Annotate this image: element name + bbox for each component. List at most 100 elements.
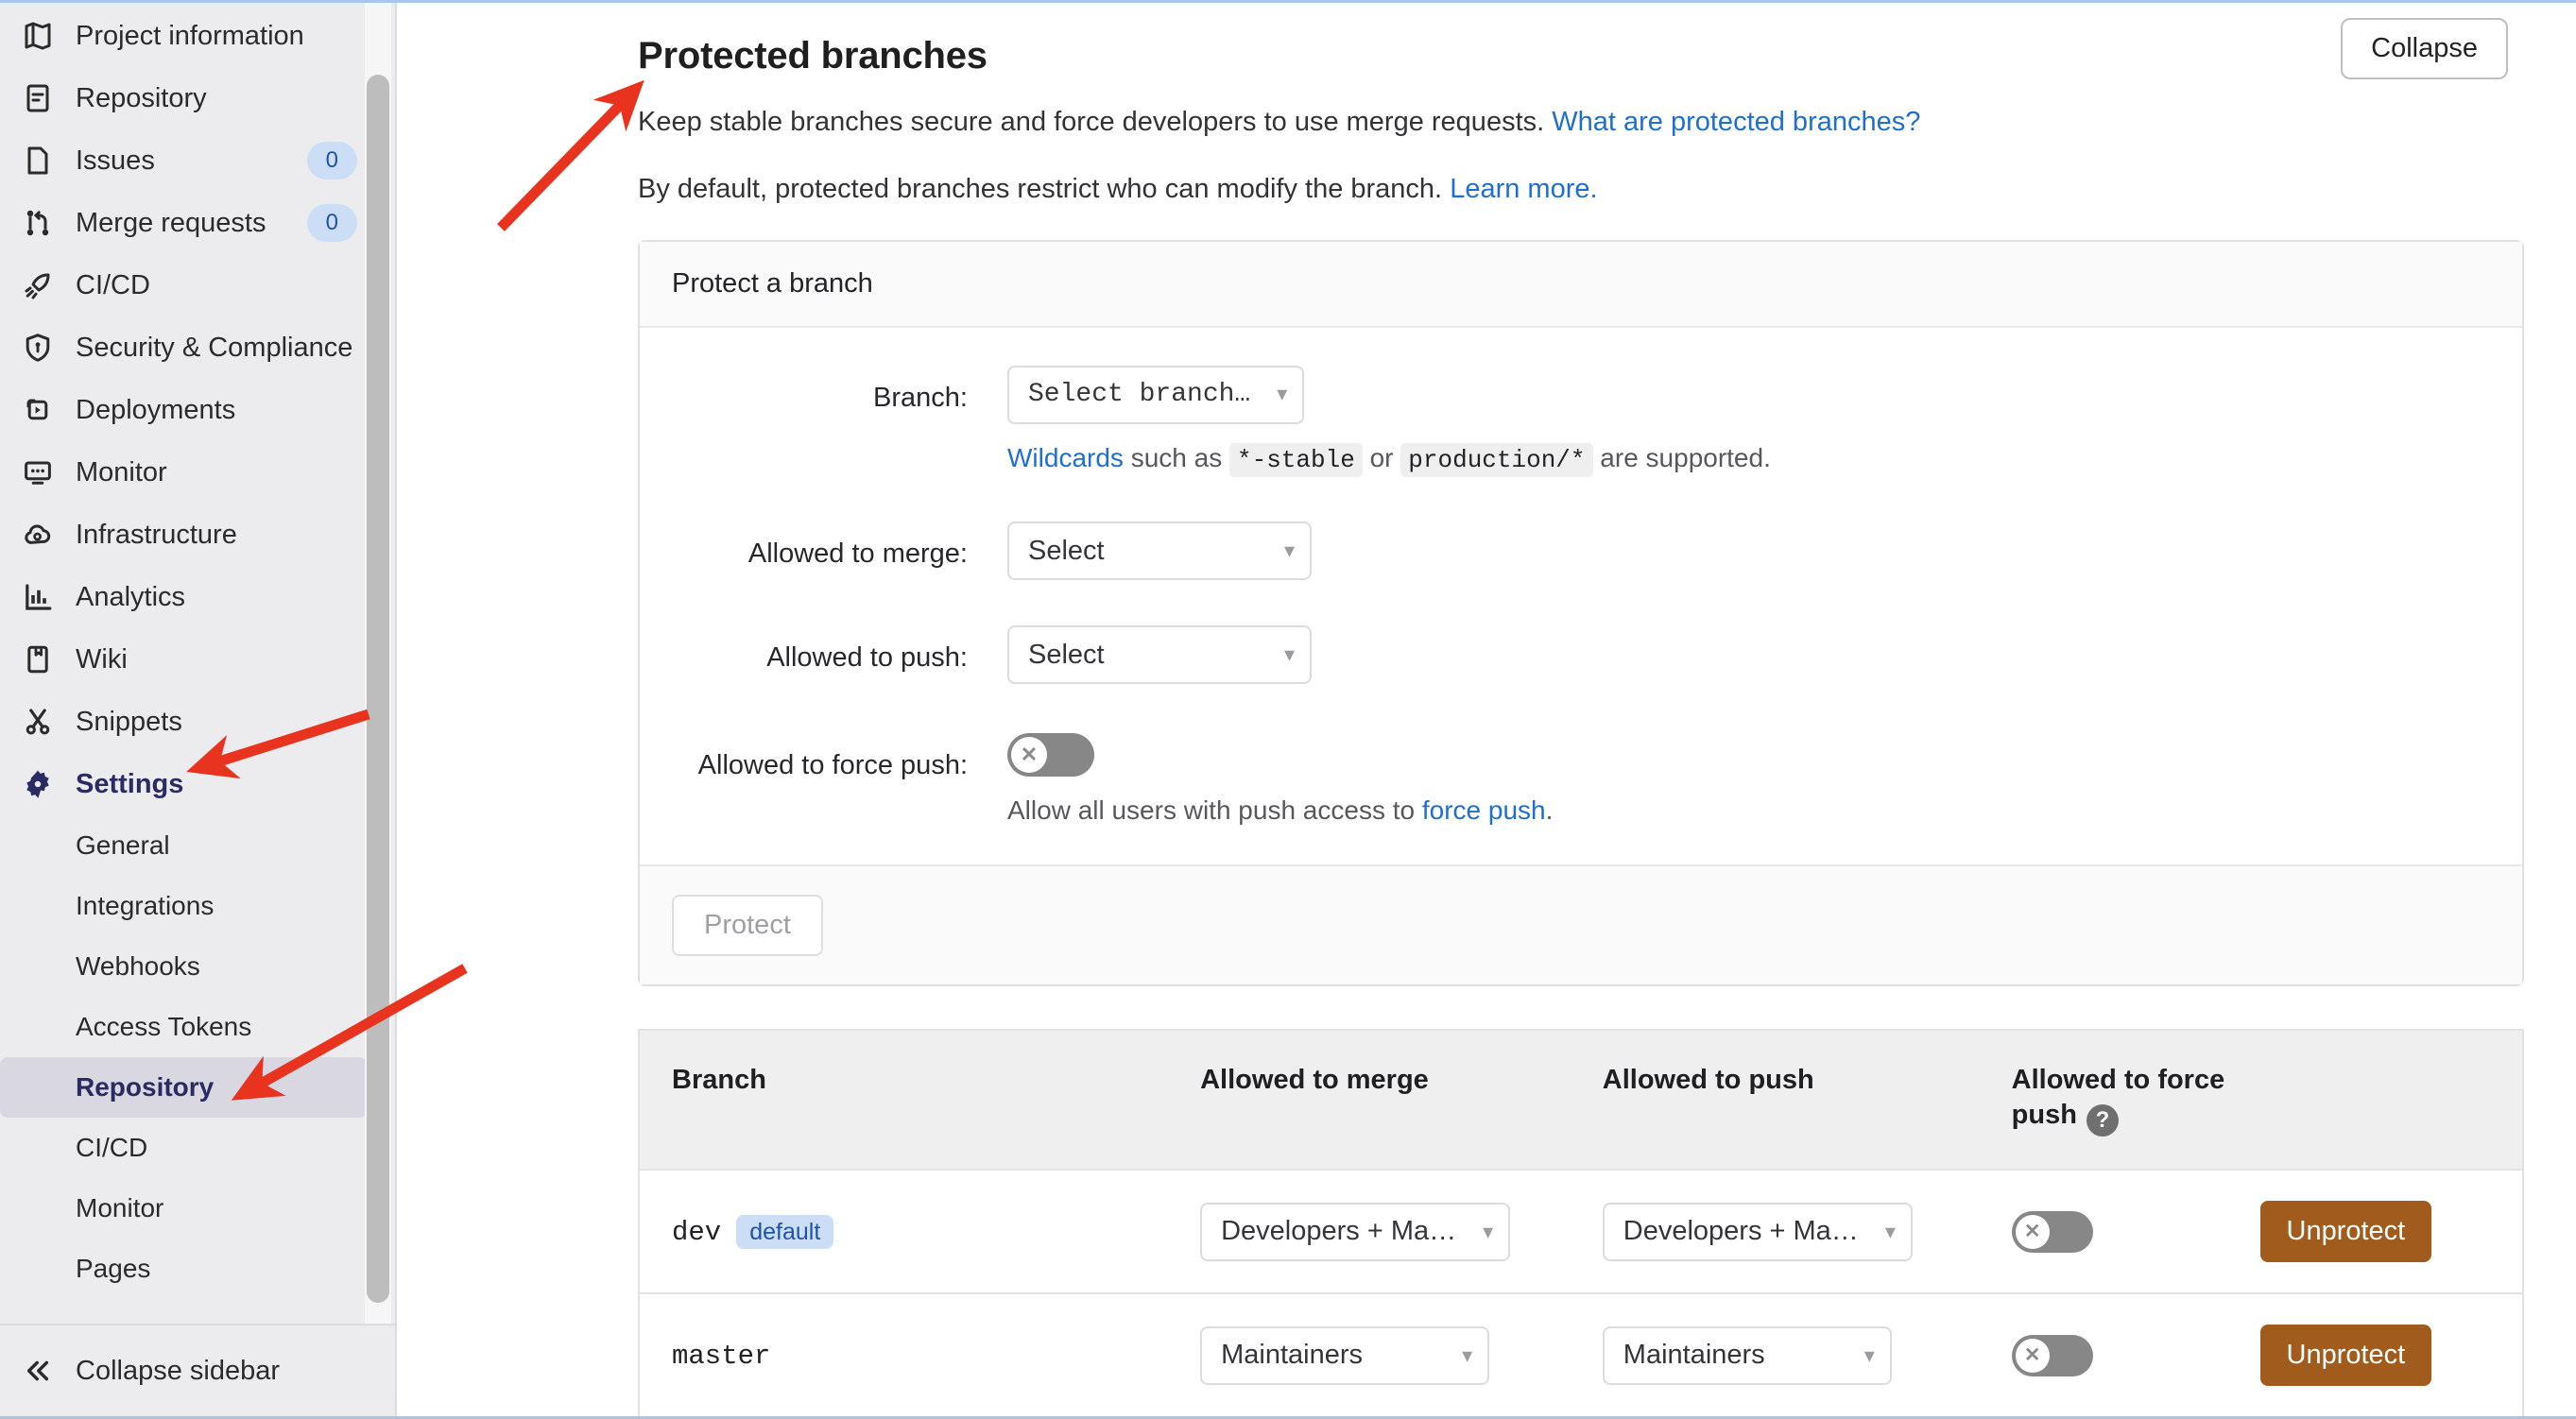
- sidebar-item-label: Deployments: [76, 394, 236, 425]
- learn-more-link[interactable]: Learn more.: [1450, 174, 1597, 204]
- sidebar-item-snippets[interactable]: Snippets: [0, 691, 395, 753]
- rocket-icon: [17, 270, 59, 300]
- lede-paragraph-2: By default, protected branches restrict …: [638, 172, 2524, 206]
- force-push-hint-pre: Allow all users with push access to: [1007, 795, 1422, 826]
- sidebar-subitem-general[interactable]: General: [0, 815, 367, 876]
- sidebar-item-deployments[interactable]: Deployments: [0, 379, 395, 441]
- sidebar-item-repository[interactable]: Repository: [0, 67, 395, 129]
- card-header: Protect a branch: [640, 241, 2522, 328]
- allowed-to-push-select[interactable]: Select ▾: [1007, 625, 1312, 685]
- sidebar-scrollbar-thumb[interactable]: [367, 75, 389, 1303]
- force-push-link[interactable]: force push: [1422, 795, 1546, 825]
- sidebar-scrollbar[interactable]: [365, 3, 391, 1324]
- allowed-to-force-push-label: Allowed to force push:: [697, 750, 968, 781]
- sidebar-item-monitor[interactable]: Monitor: [0, 441, 395, 504]
- main-content: Collapse Protected branches Keep stable …: [397, 3, 2576, 1416]
- chevron-down-icon: ▾: [1483, 1219, 1494, 1243]
- allowed-to-push-control: Select ▾: [1007, 625, 2522, 685]
- toggle-knob-cross-icon: ✕: [2015, 1214, 2050, 1249]
- branch-name: master: [672, 1340, 771, 1372]
- wildcards-link[interactable]: Wildcards: [1007, 443, 1124, 472]
- branch-field-control: Select branch… ▾ Wildcards such as *-sta…: [1007, 365, 2522, 477]
- sidebar-item-label: Issues: [76, 145, 155, 176]
- cell-allowed-to-merge: Maintainers ▾: [1168, 1292, 1571, 1416]
- row-allowed-to-push-value: Developers + Ma…: [1623, 1216, 1859, 1247]
- collapse-sidebar-button[interactable]: Collapse sidebar: [0, 1324, 395, 1416]
- allowed-to-merge-select[interactable]: Select ▾: [1007, 521, 1312, 581]
- wildcard-pre-text: such as: [1123, 442, 1229, 472]
- chevron-down-icon: ▾: [1283, 642, 1295, 667]
- monitor-icon: [17, 457, 59, 487]
- allowed-to-push-label: Allowed to push:: [766, 642, 968, 674]
- row-allowed-to-merge-select[interactable]: Developers + Ma… ▾: [1200, 1202, 1511, 1261]
- allowed-to-force-push-form-row: Allowed to force push: ✕ Allow all users…: [640, 733, 2522, 828]
- page-title: Protected branches: [638, 35, 987, 77]
- protect-button[interactable]: Protect: [672, 894, 823, 956]
- sidebar-subitem-access-tokens[interactable]: Access Tokens: [0, 997, 367, 1057]
- sidebar-item-label: Settings: [76, 768, 184, 799]
- sidebar-item-label: Infrastructure: [76, 519, 237, 550]
- sidebar-subitem-cicd[interactable]: CI/CD: [0, 1118, 367, 1178]
- cell-force-push-toggle: ✕: [1983, 1292, 2238, 1416]
- column-header-allowed-to-merge: Allowed to merge: [1168, 1029, 1571, 1171]
- gear-icon: [17, 769, 59, 799]
- sidebar-subitem-pages[interactable]: Pages: [0, 1239, 367, 1299]
- double-chevron-left-icon: [17, 1357, 59, 1385]
- sidebar-item-cicd[interactable]: CI/CD: [0, 254, 395, 316]
- sidebar-subitem-integrations[interactable]: Integrations: [0, 876, 367, 936]
- lede-1-text: Keep stable branches secure and force de…: [638, 107, 1545, 137]
- toggle-knob-cross-icon: ✕: [2015, 1338, 2050, 1373]
- allowed-to-merge-form-row: Allowed to merge: Select ▾: [640, 521, 2522, 581]
- chevron-down-icon: ▾: [1863, 1342, 1875, 1367]
- protected-branches-table: Branch Allowed to merge Allowed to push …: [638, 1028, 2524, 1416]
- cell-force-push-toggle: ✕: [1983, 1169, 2238, 1294]
- subnav-label: Integrations: [76, 891, 215, 920]
- card-body: Branch: Select branch… ▾ Wildcards such …: [640, 328, 2522, 864]
- row-allowed-to-push-select[interactable]: Maintainers ▾: [1602, 1325, 1892, 1385]
- collapse-sidebar-label: Collapse sidebar: [76, 1355, 281, 1386]
- sidebar-item-issues[interactable]: Issues 0: [0, 129, 395, 192]
- sidebar-subitem-repository[interactable]: Repository: [0, 1057, 367, 1118]
- sidebar-subitem-webhooks[interactable]: Webhooks: [0, 936, 367, 997]
- row-allowed-to-push-select[interactable]: Developers + Ma… ▾: [1602, 1202, 1913, 1261]
- sidebar-subitem-monitor[interactable]: Monitor: [0, 1178, 367, 1239]
- branch-select[interactable]: Select branch… ▾: [1007, 365, 1305, 424]
- sidebar-item-label: Snippets: [76, 706, 182, 737]
- row-allowed-to-merge-select[interactable]: Maintainers ▾: [1200, 1325, 1490, 1385]
- sidebar-item-security-compliance[interactable]: Security & Compliance: [0, 316, 395, 379]
- allowed-to-merge-control: Select ▾: [1007, 521, 2522, 581]
- row-force-push-toggle[interactable]: ✕: [2011, 1334, 2093, 1376]
- unprotect-button[interactable]: Unprotect: [2259, 1325, 2432, 1387]
- sidebar-item-merge-requests[interactable]: Merge requests 0: [0, 192, 395, 254]
- unprotect-button[interactable]: Unprotect: [2259, 1201, 2432, 1263]
- what-are-protected-branches-link[interactable]: What are protected branches?: [1552, 107, 1920, 137]
- chevron-down-icon: ▾: [1277, 383, 1288, 407]
- row-allowed-to-push-value: Maintainers: [1623, 1340, 1765, 1371]
- sidebar-item-analytics[interactable]: Analytics: [0, 566, 395, 628]
- cell-allowed-to-push: Developers + Ma… ▾: [1570, 1169, 1984, 1294]
- branch-field-label: Branch:: [873, 382, 968, 413]
- chevron-down-icon: ▾: [1884, 1219, 1896, 1243]
- row-force-push-toggle[interactable]: ✕: [2011, 1210, 2093, 1253]
- sidebar-item-infrastructure[interactable]: Infrastructure: [0, 504, 395, 566]
- branch-select-value: Select branch…: [1028, 380, 1251, 409]
- subnav-label: General: [76, 830, 170, 860]
- merge-requests-icon: [17, 208, 59, 238]
- chevron-down-icon: ▾: [1462, 1342, 1473, 1367]
- sidebar-item-project-information[interactable]: Project information: [0, 5, 395, 67]
- book-icon: [17, 644, 59, 675]
- deployments-icon: [17, 395, 59, 425]
- allowed-to-push-form-row: Allowed to push: Select ▾: [640, 625, 2522, 685]
- subnav-label: Repository: [76, 1072, 215, 1102]
- issues-count-badge: 0: [306, 142, 357, 180]
- sidebar-item-settings[interactable]: Settings: [0, 753, 395, 815]
- project-sidebar: Project information Repository Issues 0: [0, 3, 397, 1416]
- sidebar-item-label: Repository: [76, 82, 207, 113]
- column-header-allowed-to-push: Allowed to push: [1570, 1029, 1984, 1171]
- force-push-toggle[interactable]: ✕: [1007, 733, 1094, 778]
- question-mark-icon[interactable]: ?: [2086, 1104, 2119, 1137]
- branch-name: dev: [672, 1216, 722, 1248]
- sidebar-item-wiki[interactable]: Wiki: [0, 628, 395, 691]
- chevron-down-icon: ▾: [1283, 539, 1295, 563]
- subnav-label: Webhooks: [76, 951, 200, 981]
